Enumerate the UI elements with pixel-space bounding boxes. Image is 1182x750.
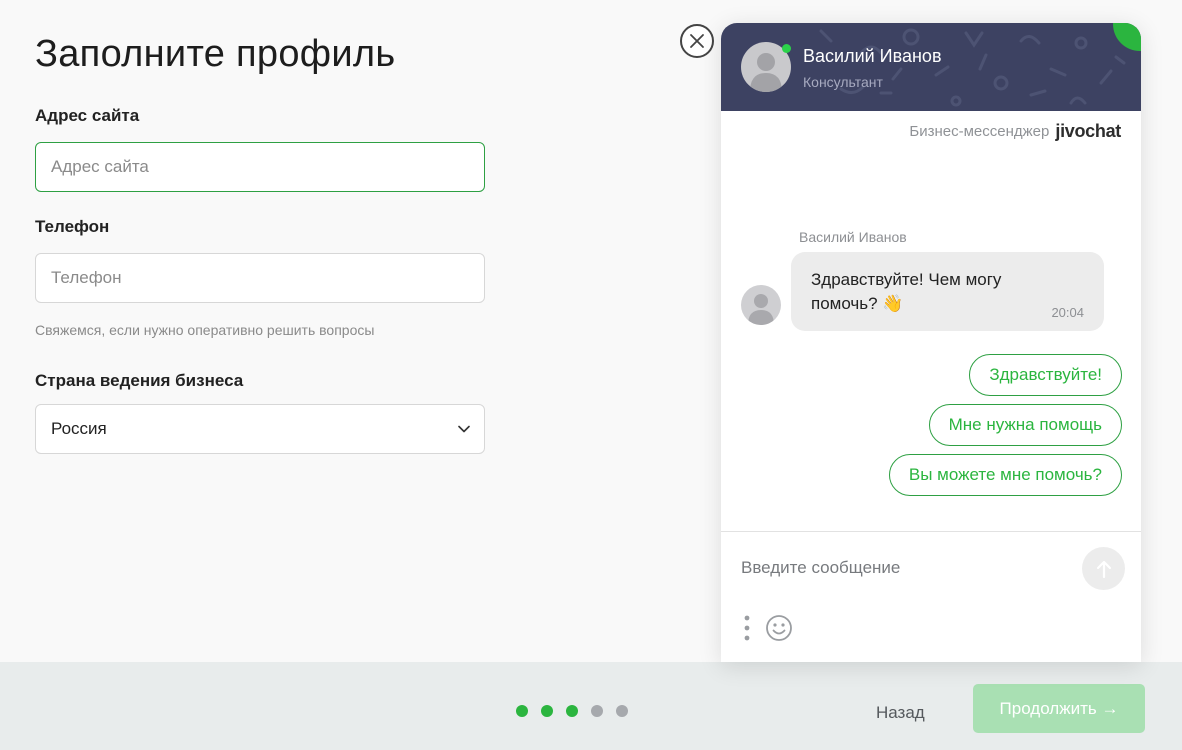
phone-hint: Свяжемся, если нужно оперативно решить в… [35,322,375,338]
jivochat-logo: jivochat [1055,121,1121,141]
country-selected-value: Россия [51,419,107,438]
continue-button[interactable]: Продолжить → [973,684,1145,733]
phone-input[interactable] [35,253,485,303]
message-time: 20:04 [1051,305,1084,320]
branding[interactable]: Бизнес-мессенджер jivochat [909,121,1121,142]
close-icon [690,34,704,48]
message-sender: Василий Иванов [799,229,907,245]
country-label: Страна ведения бизнеса [35,371,244,390]
message-avatar [741,285,781,325]
more-vertical-icon[interactable] [744,615,750,641]
agent-role: Консультант [803,74,883,90]
country-select[interactable]: Россия [35,404,485,454]
send-arrow-icon [1096,560,1111,578]
back-link[interactable]: Назад [876,703,925,723]
page-title: Заполните профиль [35,33,396,75]
progress-dot [591,705,603,717]
person-icon [748,294,774,325]
website-input[interactable] [35,142,485,192]
quick-reply-button[interactable]: Вы можете мне помочь? [888,454,1122,496]
message-text: Здравствуйте! Чем могу помочь? 👋 [811,270,1002,313]
chat-header: Василий Иванов Консультант [721,23,1141,111]
chevron-down-icon [458,425,470,433]
close-chat-button[interactable] [680,24,714,58]
composer-divider [721,531,1141,532]
progress-dot-completed [566,705,578,717]
progress-dot-completed [541,705,553,717]
emoji-icon[interactable] [765,614,793,642]
message-input[interactable] [741,555,1071,581]
quick-reply-button[interactable]: Здравствуйте! [969,354,1122,396]
agent-name: Василий Иванов [803,46,942,66]
progress-dots [516,705,628,717]
progress-dot-completed [516,705,528,717]
message-bubble: Здравствуйте! Чем могу помочь? 👋 20:04 [791,252,1104,331]
website-label: Адрес сайта [35,106,140,125]
branding-text: Бизнес-мессенджер [909,123,1050,140]
phone-label: Телефон [35,217,110,236]
send-button[interactable] [1082,547,1125,590]
progress-dot [616,705,628,717]
quick-reply-button[interactable]: Мне нужна помощь [928,404,1122,446]
online-status-dot [782,44,791,53]
chat-widget: Василий Иванов Консультант Бизнес-мессен… [721,23,1141,662]
